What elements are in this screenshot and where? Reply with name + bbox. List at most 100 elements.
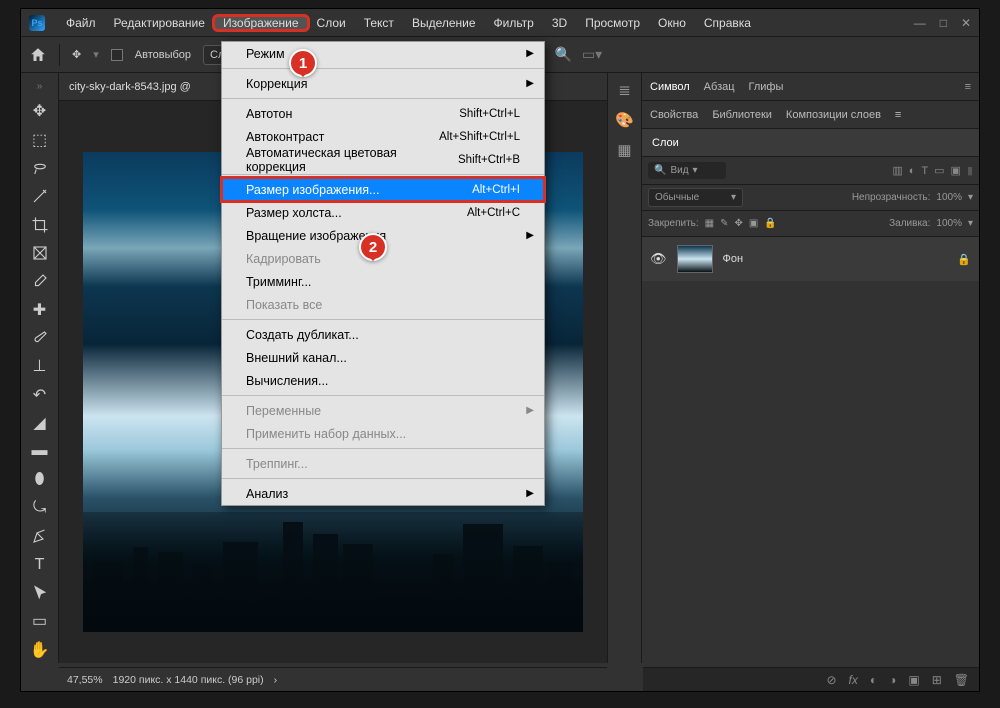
filter-smart-icon[interactable]: ▣ <box>951 164 961 177</box>
tab-layercomps[interactable]: Композиции слоев <box>786 109 881 121</box>
panel-menu2-icon[interactable]: ≡ <box>895 109 901 121</box>
menu-duplicate[interactable]: Создать дубликат... <box>222 323 544 346</box>
layer-filter-dropdown[interactable]: 🔍 Вид ▾ <box>648 162 726 179</box>
menu-help[interactable]: Справка <box>695 16 760 30</box>
swatch-panel-icon[interactable]: ▦ <box>617 141 631 159</box>
status-bar: 47,55% 1920 пикс. x 1440 пикс. (96 ppi) … <box>59 667 607 691</box>
hand-tool[interactable]: ✋ <box>26 637 54 663</box>
move-tool[interactable]: ✥ <box>26 98 54 124</box>
tab-libraries[interactable]: Библиотеки <box>712 109 772 121</box>
doc-dimensions: 1920 пикс. x 1440 пикс. (96 ppi) <box>113 674 264 686</box>
menu-mode[interactable]: Режим▶ <box>222 42 544 65</box>
layer-name[interactable]: Фон <box>723 253 744 265</box>
tab-glyphs[interactable]: Глифы <box>749 81 784 93</box>
heal-tool[interactable]: ✚ <box>26 296 54 322</box>
menu-trap[interactable]: Треппинг... <box>222 452 544 475</box>
menu-calculations[interactable]: Вычисления... <box>222 369 544 392</box>
status-arrow-icon[interactable]: › <box>274 674 278 686</box>
close-icon[interactable]: ✕ <box>961 16 971 30</box>
menu-edit[interactable]: Редактирование <box>105 16 214 30</box>
eraser-tool[interactable]: ◢ <box>26 410 54 436</box>
menu-layers[interactable]: Слои <box>308 16 355 30</box>
filter-image-icon[interactable]: ▥ <box>892 164 902 177</box>
wand-tool[interactable] <box>26 183 54 209</box>
menu-text[interactable]: Текст <box>355 16 403 30</box>
opacity-label: Непрозрачность: <box>852 192 931 203</box>
history-brush-tool[interactable]: ↶ <box>26 381 54 407</box>
pen-tool[interactable] <box>26 523 54 549</box>
filter-toggle-icon[interactable]: ▮ <box>967 164 973 177</box>
menu-variables[interactable]: Переменные▶ <box>222 399 544 422</box>
tab-paragraph[interactable]: Абзац <box>704 81 735 93</box>
fill-value[interactable]: 100% <box>936 218 962 229</box>
history-panel-icon[interactable]: ≣ <box>618 81 631 99</box>
stamp-tool[interactable]: ⊥ <box>26 353 54 379</box>
lock-icon[interactable]: 🔒 <box>957 253 971 266</box>
menu-apply-image[interactable]: Внешний канал... <box>222 346 544 369</box>
crop-tool[interactable] <box>26 211 54 237</box>
home-icon[interactable] <box>29 46 47 64</box>
adjustment-icon[interactable]: ◑ <box>889 673 896 687</box>
folder-icon[interactable]: ▣ <box>908 673 919 687</box>
marquee-tool[interactable]: ⬚ <box>26 126 54 152</box>
path-select-tool[interactable] <box>26 580 54 606</box>
search-icon[interactable]: 🔍 <box>554 46 571 63</box>
menu-view[interactable]: Просмотр <box>576 16 649 30</box>
layers-tab[interactable]: Слои <box>642 129 979 157</box>
type-tool[interactable]: T <box>26 552 54 578</box>
lock-pixels-icon[interactable]: ▦ <box>705 218 714 229</box>
panel-menu-icon[interactable]: ≡ <box>965 81 971 93</box>
filter-type-icon[interactable]: T <box>921 165 928 177</box>
zoom-level[interactable]: 47,55% <box>67 674 103 686</box>
brush-tool[interactable] <box>26 325 54 351</box>
menu-reveal-all[interactable]: Показать все <box>222 293 544 316</box>
opacity-value[interactable]: 100% <box>936 192 962 203</box>
menu-trim[interactable]: Тримминг... <box>222 270 544 293</box>
move-tool-icon[interactable]: ✥ <box>72 48 81 61</box>
menu-apply-data[interactable]: Применить набор данных... <box>222 422 544 445</box>
fx-icon[interactable]: fx <box>849 673 858 687</box>
menu-select[interactable]: Выделение <box>403 16 485 30</box>
new-layer-icon[interactable]: ⊞ <box>932 673 942 687</box>
maximize-icon[interactable]: □ <box>940 16 947 30</box>
lock-artboard-icon[interactable]: ▣ <box>749 218 758 229</box>
color-panel-icon[interactable]: 🎨 <box>615 111 634 129</box>
menu-autotone[interactable]: АвтотонShift+Ctrl+L <box>222 102 544 125</box>
filter-shape-icon[interactable]: ▭ <box>934 164 944 177</box>
menu-canvas-size[interactable]: Размер холста...Alt+Ctrl+C <box>222 201 544 224</box>
blur-tool[interactable]: ⬮ <box>26 466 54 492</box>
workspace-icon[interactable]: ▭▾ <box>582 46 602 63</box>
frame-tool[interactable] <box>26 240 54 266</box>
lasso-tool[interactable] <box>26 155 54 181</box>
menu-correction[interactable]: Коррекция▶ <box>222 72 544 95</box>
menu-analysis[interactable]: Анализ▶ <box>222 482 544 505</box>
gradient-tool[interactable]: ▬ <box>26 438 54 464</box>
delete-layer-icon[interactable]: 🗑 <box>954 673 969 687</box>
menu-window[interactable]: Окно <box>649 16 695 30</box>
tab-properties[interactable]: Свойства <box>650 109 698 121</box>
menu-image[interactable]: Изображение <box>214 16 308 30</box>
menu-autocolor[interactable]: Автоматическая цветовая коррекцияShift+C… <box>222 148 544 171</box>
autoselect-checkbox[interactable] <box>111 49 123 61</box>
menu-image-size[interactable]: Размер изображения...Alt+Ctrl+I <box>222 178 544 201</box>
tab-symbol[interactable]: Символ <box>650 81 690 93</box>
dodge-tool[interactable]: ⤿ <box>26 495 54 521</box>
blend-mode-dropdown[interactable]: Обычные▾ <box>648 188 743 207</box>
lock-position-icon[interactable]: ✥ <box>735 218 743 229</box>
menu-filter[interactable]: Фильтр <box>485 16 543 30</box>
lock-all-icon[interactable]: 🔒 <box>764 218 776 229</box>
minimize-icon[interactable]: — <box>914 16 926 30</box>
lock-paint-icon[interactable]: ✎ <box>720 218 728 229</box>
collapse-icon[interactable]: » <box>37 81 43 92</box>
visibility-icon[interactable]: 👁 <box>650 251 667 267</box>
app-logo[interactable]: Ps <box>29 15 45 31</box>
layer-thumbnail[interactable] <box>677 245 713 273</box>
mask-icon[interactable]: ◐ <box>870 673 877 687</box>
shape-tool[interactable]: ▭ <box>26 608 54 634</box>
eyedropper-tool[interactable] <box>26 268 54 294</box>
menu-3d[interactable]: 3D <box>543 16 576 30</box>
filter-adjust-icon[interactable]: ◐ <box>909 165 916 177</box>
link-layers-icon[interactable]: ⊘ <box>826 673 836 687</box>
menu-file[interactable]: Файл <box>57 16 105 30</box>
layer-row[interactable]: 👁 Фон 🔒 <box>642 237 979 281</box>
